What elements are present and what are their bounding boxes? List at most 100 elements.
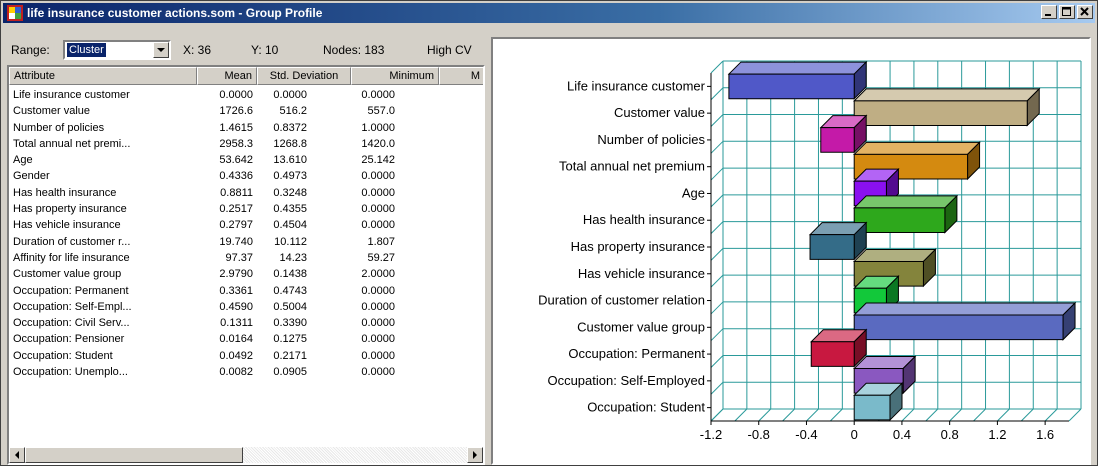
table-row[interactable]: Occupation: Self-Empl... 0.4590 0.5004 0.00… — [9, 299, 483, 315]
x-tick-label: -1.2 — [700, 427, 722, 442]
table-row[interactable]: Customer value 1726.6 516.2 557.0 — [9, 103, 483, 119]
attribute-cell: Occupation: Permanent — [13, 284, 129, 297]
category-label: Has health insurance — [583, 212, 705, 227]
table-header: Attribute Mean Std. Deviation Minimum M — [9, 67, 483, 85]
bar-top-face — [852, 302, 1077, 316]
grid-line-floor — [949, 408, 963, 422]
std-deviation-cell: 0.3390 — [273, 317, 307, 330]
title-bar[interactable]: life insurance customer actions.som - Gr… — [3, 3, 1095, 23]
attribute-cell: Total annual net premi... — [13, 137, 131, 150]
attribute-table[interactable]: Attribute Mean Std. Deviation Minimum M … — [7, 65, 485, 465]
grid-line-depth — [710, 328, 724, 342]
header-maximum[interactable]: M — [439, 67, 483, 85]
attribute-cell: Customer value group — [13, 268, 122, 281]
std-deviation-cell: 14.23 — [279, 251, 307, 264]
header-mean[interactable]: Mean — [197, 67, 257, 85]
grid-line-depth — [710, 381, 724, 395]
bar-front-face — [853, 100, 1028, 126]
header-std-deviation[interactable]: Std. Deviation — [257, 67, 351, 85]
scroll-right-button[interactable] — [467, 447, 483, 463]
minimum-cell: 0.0000 — [361, 349, 395, 362]
attribute-cell: Duration of customer r... — [13, 235, 131, 248]
dropdown-button[interactable] — [153, 42, 169, 58]
header-attribute[interactable]: Attribute — [9, 67, 197, 85]
table-row[interactable]: Occupation: Unemplo... 0.0082 0.0905 0.0000 — [9, 364, 483, 380]
bar-top-face — [852, 195, 959, 209]
bar — [819, 114, 868, 154]
close-icon — [1080, 7, 1089, 16]
std-deviation-cell: 0.1275 — [273, 333, 307, 346]
x-tick-label: 0.4 — [893, 427, 911, 442]
maximize-button[interactable] — [1059, 5, 1075, 19]
grid-line-floor — [806, 408, 819, 422]
table-row[interactable]: Number of policies 1.4615 0.8372 1.0000 — [9, 120, 483, 136]
table-row[interactable]: Customer value group 2.9790 0.1438 2.0000 — [9, 266, 483, 282]
mean-cell: 0.4336 — [219, 170, 253, 183]
table-row[interactable]: Occupation: Pensioner 0.0164 0.1275 0.0000 — [9, 331, 483, 347]
category-label: Occupation: Permanent — [568, 346, 705, 361]
mean-cell: 0.3361 — [219, 284, 253, 297]
category-label: Age — [682, 185, 705, 200]
mean-cell: 0.2797 — [219, 219, 253, 232]
table-row[interactable]: Gender 0.4336 0.4973 0.0000 — [9, 168, 483, 184]
category-label: Customer value group — [577, 319, 705, 334]
std-deviation-cell: 0.0905 — [273, 366, 307, 379]
minimum-cell: 1.807 — [367, 235, 395, 248]
window-title: life insurance customer actions.som - Gr… — [27, 6, 323, 20]
table-row[interactable]: Has health insurance 0.8811 0.3248 0.0000 — [9, 185, 483, 201]
std-deviation-cell: 0.2171 — [273, 349, 307, 362]
grid-line-depth — [710, 248, 724, 261]
category-label: Occupation: Self-Employed — [547, 373, 705, 388]
grid-line-floor — [901, 408, 915, 422]
bar-front-face — [820, 127, 855, 153]
bar — [852, 87, 1041, 127]
scroll-left-button[interactable] — [9, 447, 25, 463]
grid-line-depth — [710, 301, 724, 315]
category-label: Life insurance customer — [567, 78, 706, 93]
table-row[interactable]: Duration of customer r... 19.740 10.112 1.8… — [9, 234, 483, 250]
x-coordinate: X: 36 — [183, 43, 212, 57]
grid-line-floor — [1044, 408, 1058, 422]
x-tick-label: 0 — [851, 427, 858, 442]
category-label: Occupation: Student — [587, 400, 705, 415]
header-minimum[interactable]: Minimum — [351, 67, 439, 85]
attribute-cell: Has health insurance — [13, 186, 117, 199]
minimum-cell: 0.0000 — [361, 89, 395, 101]
horizontal-scrollbar[interactable] — [9, 447, 483, 463]
mean-cell: 0.0164 — [219, 333, 253, 346]
std-deviation-cell: 0.8372 — [273, 121, 307, 134]
bar-top-face — [852, 248, 937, 262]
table-row[interactable]: Affinity for life insurance 97.37 14.23 59.… — [9, 250, 483, 266]
mean-cell: 2958.3 — [219, 137, 253, 150]
grid-line-depth — [710, 221, 724, 234]
grid-line-floor — [1068, 408, 1082, 422]
attribute-cell: Occupation: Unemplo... — [13, 366, 128, 379]
category-label: Has property insurance — [571, 239, 705, 254]
minimize-button[interactable] — [1041, 5, 1057, 19]
attribute-cell: Occupation: Student — [13, 349, 113, 362]
table-row[interactable]: Occupation: Student 0.0492 0.2171 0.0000 — [9, 348, 483, 364]
grid-line-depth — [710, 60, 724, 74]
table-row[interactable]: Life insurance customer 0.0000 0.0000 0.000… — [9, 87, 483, 103]
table-row[interactable]: Age 53.642 13.610 25.142 — [9, 152, 483, 168]
mean-cell: 19.740 — [219, 235, 253, 248]
grid-line-floor — [973, 408, 986, 422]
close-button[interactable] — [1077, 5, 1093, 19]
table-row[interactable]: Total annual net premi... 2958.3 1268.8 142… — [9, 136, 483, 152]
range-selected-value: Cluster — [67, 43, 106, 57]
range-dropdown[interactable]: Cluster — [63, 40, 171, 60]
mean-cell: 2.9790 — [219, 268, 253, 281]
table-row[interactable]: Occupation: Permanent 0.3361 0.4743 0.0000 — [9, 283, 483, 299]
minimum-cell: 0.0000 — [361, 317, 395, 330]
profile-table-pane: Range: Cluster X: 36 Y: 10 Nodes: 183 Hi… — [7, 37, 485, 465]
mean-cell: 0.2517 — [219, 203, 253, 216]
x-tick-label: 0.8 — [941, 427, 959, 442]
minimum-cell: 0.0000 — [361, 186, 395, 199]
table-row[interactable]: Has property insurance 0.2517 0.4355 0.0000 — [9, 201, 483, 217]
table-row[interactable]: Has vehicle insurance 0.2797 0.4504 0.0000 — [9, 217, 483, 233]
table-row[interactable]: Occupation: Civil Serv... 0.1311 0.3390 0.0… — [9, 315, 483, 331]
minimum-cell: 59.27 — [367, 251, 395, 264]
minimum-cell: 0.0000 — [361, 366, 395, 379]
bar — [852, 382, 904, 422]
scroll-thumb[interactable] — [25, 447, 243, 463]
